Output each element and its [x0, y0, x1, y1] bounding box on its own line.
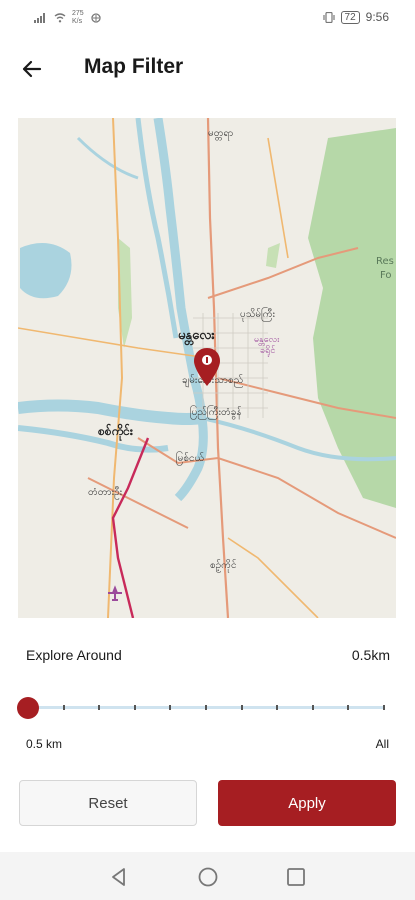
slider-tick — [133, 705, 136, 710]
map-label-south-town: စဉ့်ကိုင် — [210, 558, 237, 573]
nav-home-button[interactable] — [195, 864, 221, 890]
slider-tick — [311, 705, 314, 710]
slider-tick — [62, 705, 65, 710]
map-label-east-2: ခရိုင် — [260, 345, 276, 357]
app-notification-icon — [91, 13, 101, 23]
vibrate-icon — [322, 11, 335, 23]
distance-slider[interactable] — [16, 693, 391, 723]
map-label-myitnge: မြစ်ငယ် — [176, 450, 204, 466]
slider-tick — [98, 705, 101, 710]
wifi-icon — [54, 13, 66, 23]
arrow-left-icon — [22, 60, 42, 78]
map-label-tada-u: တံတားဦး — [88, 485, 123, 500]
slider-tick — [169, 705, 172, 710]
clock: 9:56 — [365, 10, 389, 24]
status-right: 72 9:56 — [322, 10, 389, 24]
nav-back-button[interactable] — [106, 864, 132, 890]
nav-recents-button[interactable] — [283, 864, 309, 890]
map-label-east-1: မန္တလေး — [254, 335, 280, 346]
slider-tick — [383, 705, 385, 710]
slider-tick — [240, 705, 243, 710]
map-label-northeast-town: ပုသိမ်ကြီး — [240, 306, 276, 322]
map-label-forest-1: Res — [376, 256, 394, 267]
slider-min-label: 0.5 km — [26, 737, 63, 751]
signal-icon — [34, 13, 45, 23]
reset-button[interactable]: Reset — [19, 780, 197, 826]
slider-max-label: All — [375, 737, 389, 751]
map-label-south-center: ပြည်ကြီးတံခွန် — [190, 404, 242, 420]
slider-tick — [276, 705, 279, 710]
header: Map Filter — [0, 44, 415, 94]
page-title: Map Filter — [84, 55, 184, 78]
map-canvas: မတ္တရာ ပုသိမ်ကြီး မန္တလေး မန္တလေး ခရိုင်… — [18, 118, 396, 618]
map-view[interactable]: မတ္တရာ ပုသိမ်ကြီး မန္တလေး မန္တလေး ခရိုင်… — [18, 118, 396, 618]
map-label-forest-2: Fo — [380, 270, 392, 281]
explore-around-label: Explore Around — [26, 647, 122, 663]
slider-thumb[interactable] — [17, 697, 39, 719]
status-left: 275 K/s — [34, 10, 102, 26]
net-speed: 275 K/s — [72, 10, 84, 26]
back-button[interactable] — [18, 54, 50, 84]
battery-indicator: 72 — [340, 10, 360, 24]
triangle-back-icon — [112, 868, 125, 886]
slider-tick — [205, 705, 207, 710]
slider-tick — [347, 705, 350, 710]
status-bar: 275 K/s 72 9:56 — [0, 0, 415, 36]
system-nav-bar — [0, 852, 415, 900]
square-recents-icon — [287, 868, 305, 886]
net-speed-unit: K/s — [72, 18, 83, 25]
explore-distance-value: 0.5km — [351, 647, 390, 663]
net-speed-value: 275 — [72, 10, 84, 17]
circle-home-icon — [198, 867, 218, 887]
apply-button[interactable]: Apply — [218, 780, 396, 826]
